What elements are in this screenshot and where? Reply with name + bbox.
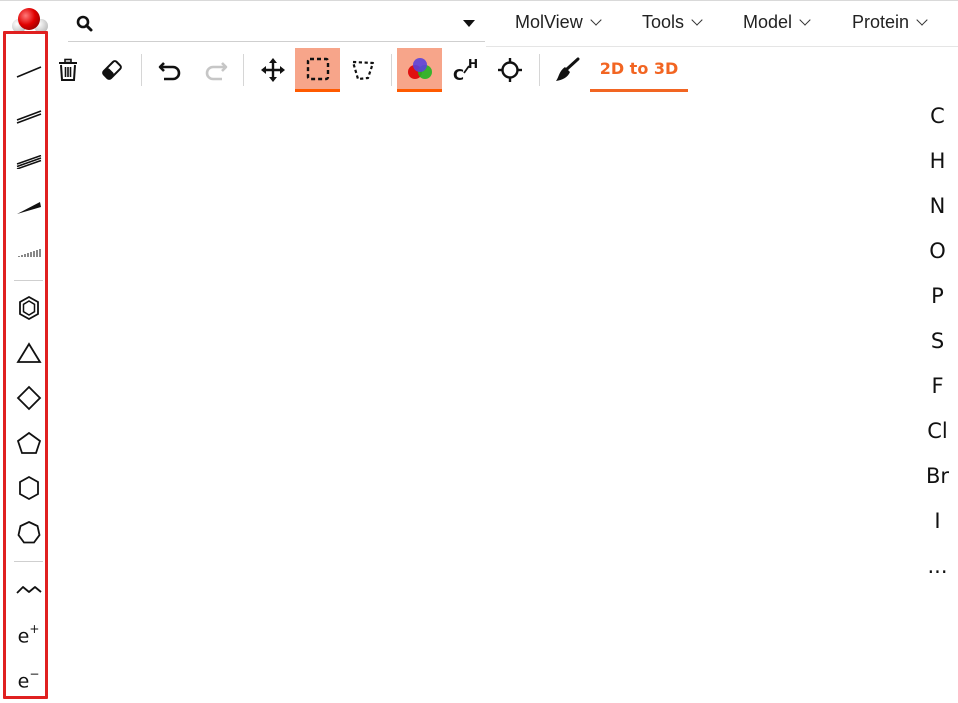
single-bond-icon	[16, 66, 41, 78]
element-s[interactable]: S	[917, 321, 958, 361]
toolbar-separator	[391, 54, 392, 86]
lasso-select-icon	[351, 60, 375, 81]
pentagon-ring-icon	[16, 431, 41, 454]
chevron-down-icon	[691, 14, 703, 26]
element-f[interactable]: F	[917, 366, 958, 406]
redo-button[interactable]	[198, 48, 232, 92]
double-bond-button[interactable]	[11, 99, 46, 135]
charge-plus-label: e+	[17, 622, 40, 648]
top-border	[0, 0, 958, 1]
sketch-canvas[interactable]	[52, 96, 912, 696]
color-atoms-icon	[407, 57, 432, 79]
triangle-ring-button[interactable]	[11, 335, 46, 371]
menu-model[interactable]: Model	[743, 12, 811, 33]
trash-icon	[59, 58, 77, 81]
element-br[interactable]: Br	[917, 456, 958, 496]
search-icon[interactable]	[75, 14, 95, 34]
charge-minus-base: e	[17, 670, 30, 693]
charge-plus-base: e	[17, 625, 30, 648]
hash-bond-icon	[18, 249, 40, 257]
element-more[interactable]: ...	[917, 546, 958, 586]
hydrogens-button[interactable]: CH	[448, 48, 482, 92]
heptagon-ring-button[interactable]	[11, 515, 46, 551]
chevron-down-icon	[590, 14, 602, 26]
chain-button[interactable]	[11, 572, 46, 608]
element-cl[interactable]: Cl	[917, 411, 958, 451]
panel-separator	[14, 561, 43, 562]
redo-icon	[205, 62, 228, 81]
eraser-button[interactable]	[96, 48, 128, 92]
move-button[interactable]	[256, 48, 290, 92]
rect-select-icon	[306, 57, 329, 80]
search-input[interactable]	[100, 13, 459, 39]
square-ring-button[interactable]	[11, 380, 46, 416]
menu-molview[interactable]: MolView	[515, 12, 602, 33]
hash-bond-button[interactable]	[11, 234, 46, 270]
clean-icon	[556, 57, 580, 81]
element-i[interactable]: I	[917, 501, 958, 541]
left-tool-panel: e+ e−	[3, 31, 48, 699]
chevron-down-icon	[916, 14, 928, 26]
charge-plus-sup: +	[29, 622, 40, 637]
search-dropdown-icon[interactable]	[463, 20, 475, 27]
hydrogens-icon: CH	[453, 57, 478, 83]
charge-minus-label: e−	[17, 667, 40, 693]
panel-separator	[14, 280, 43, 281]
wedge-bond-button[interactable]	[11, 189, 46, 225]
trash-button[interactable]	[52, 48, 84, 92]
center-button[interactable]	[493, 48, 527, 92]
lasso-select-button[interactable]	[346, 48, 380, 92]
menu-divider	[486, 46, 958, 47]
2d-to-3d-button[interactable]: 2D to 3D	[590, 48, 688, 92]
element-n[interactable]: N	[917, 186, 958, 226]
toolbar-separator	[243, 54, 244, 86]
svg-text:H: H	[468, 57, 478, 71]
toolbar-separator	[141, 54, 142, 86]
single-bond-button[interactable]	[11, 54, 46, 90]
element-h[interactable]: H	[917, 141, 958, 181]
benzene-button[interactable]	[11, 290, 46, 326]
square-ring-icon	[16, 385, 41, 411]
menu-tools[interactable]: Tools	[642, 12, 703, 33]
double-bond-icon	[16, 110, 41, 124]
rect-select-button[interactable]	[295, 48, 340, 92]
undo-button[interactable]	[154, 48, 188, 92]
element-p[interactable]: P	[917, 276, 958, 316]
triple-bond-icon	[16, 155, 41, 169]
move-icon	[261, 58, 285, 82]
wedge-bond-icon	[16, 202, 41, 214]
undo-icon	[158, 62, 181, 81]
element-o[interactable]: O	[917, 231, 958, 271]
triple-bond-button[interactable]	[11, 144, 46, 180]
benzene-icon	[18, 295, 39, 321]
hexagon-ring-icon	[18, 475, 39, 501]
search-bar	[68, 10, 485, 42]
charge-minus-button[interactable]: e−	[11, 663, 46, 699]
svg-text:C: C	[453, 66, 464, 83]
center-icon	[498, 58, 522, 82]
menu-model-label: Model	[743, 12, 793, 32]
charge-plus-button[interactable]: e+	[11, 618, 46, 654]
heptagon-ring-icon	[17, 521, 40, 544]
charge-minus-sup: −	[29, 667, 40, 682]
menu-protein[interactable]: Protein	[852, 12, 928, 33]
pentagon-ring-button[interactable]	[11, 425, 46, 461]
chain-icon	[15, 586, 42, 594]
element-c[interactable]: C	[917, 96, 958, 136]
toolbar-separator	[539, 54, 540, 86]
clean-button[interactable]	[550, 48, 584, 92]
menu-molview-label: MolView	[515, 12, 583, 32]
hexagon-ring-button[interactable]	[11, 470, 46, 506]
2d-to-3d-label: 2D to 3D	[599, 59, 679, 78]
triangle-ring-icon	[15, 342, 42, 363]
eraser-icon	[102, 60, 122, 80]
menu-protein-label: Protein	[852, 12, 910, 32]
color-atoms-button[interactable]	[397, 48, 442, 92]
menu-tools-label: Tools	[642, 12, 685, 32]
chevron-down-icon	[799, 14, 811, 26]
